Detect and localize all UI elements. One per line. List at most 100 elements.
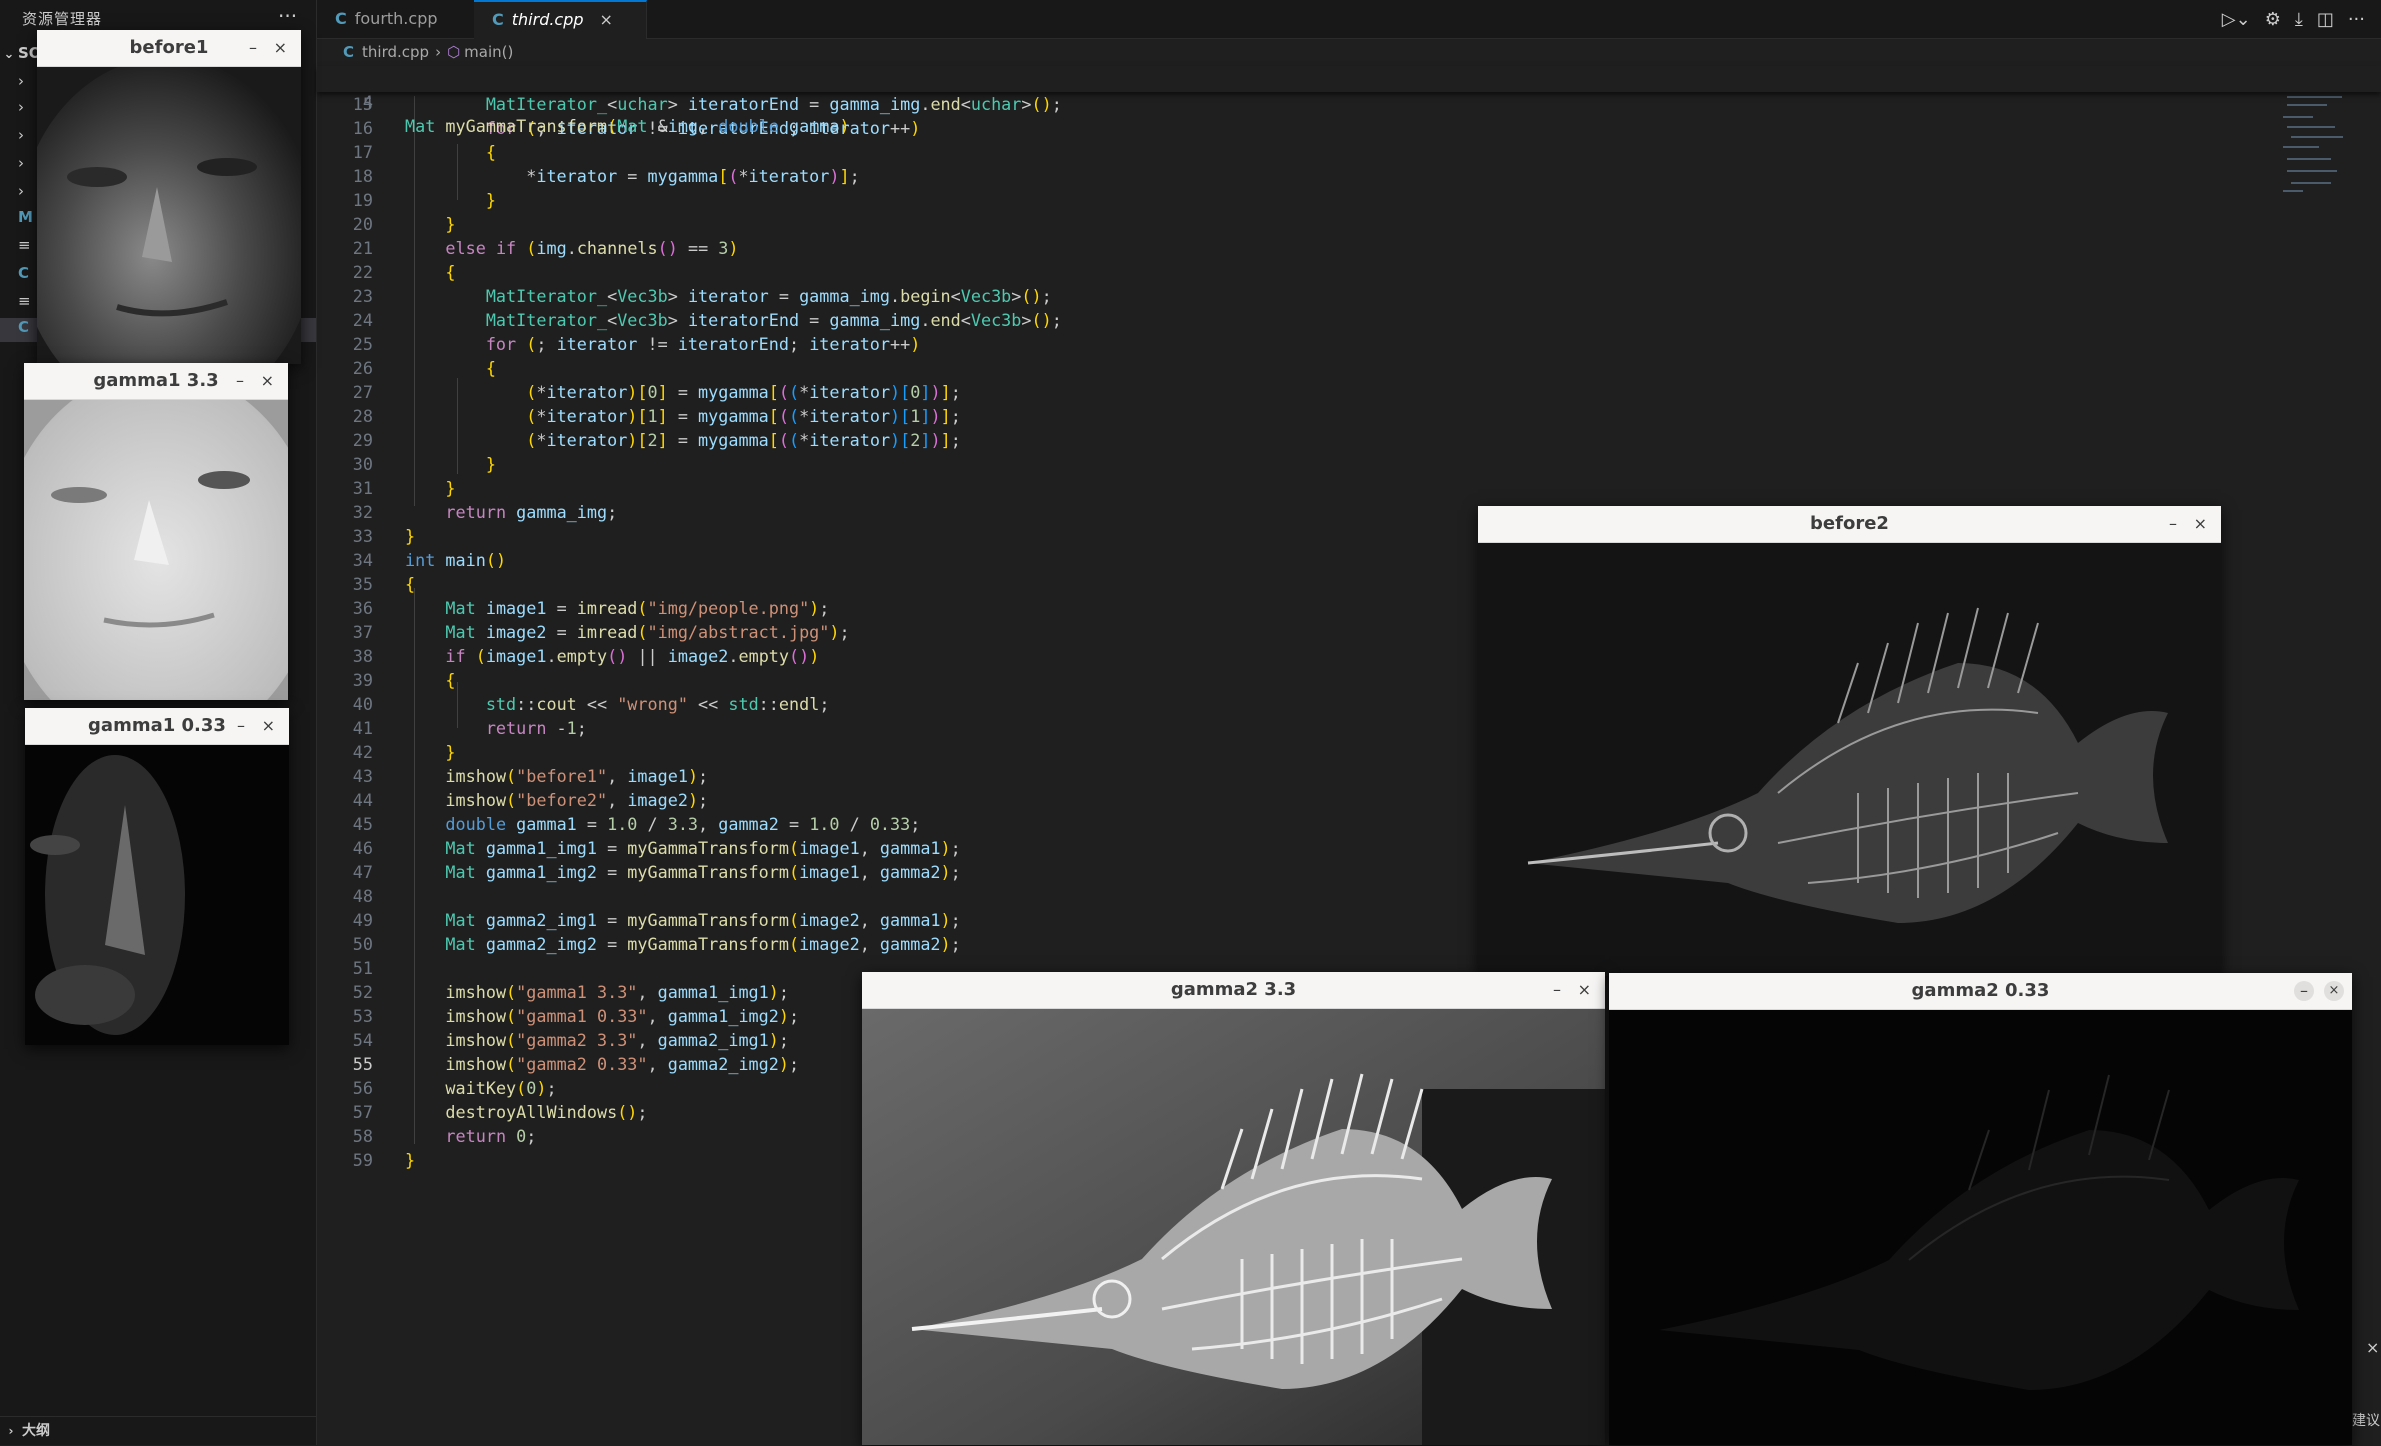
line-number: 47 [352,862,373,882]
text-file-icon[interactable]: ≡ [18,236,31,254]
close-icon[interactable]: × [2194,506,2207,542]
code-text: { [485,358,496,378]
code-text: imshow("before1", image1); [445,766,709,786]
tree-item-folder[interactable]: › [18,72,24,90]
split-editor-icon[interactable]: ◫ [2317,9,2334,30]
window-title[interactable]: before2 [1478,506,2221,543]
line-number: 33 [352,526,373,546]
line-number: 19 [352,190,373,210]
code-text: MatIterator_<Vec3b> iterator = gamma_img… [485,286,1052,306]
more-actions-icon[interactable]: ··· [2348,9,2365,30]
line-number: 25 [352,334,373,354]
gear-icon[interactable]: ⚙ [2265,9,2281,30]
window-title[interactable]: before1 [37,30,301,67]
tree-item-folder[interactable]: › [18,126,24,144]
save-icon[interactable]: ⤓ [2295,9,2303,30]
minimize-icon[interactable]: – [237,708,245,744]
minimize-icon[interactable]: – [1553,972,1561,1008]
markdown-file-icon[interactable]: M [18,208,33,226]
line-number: 53 [352,1006,373,1026]
close-icon[interactable]: × [2366,1338,2379,1357]
tab-third-cpp[interactable]: Cthird.cpp × [474,0,647,39]
close-icon[interactable]: × [262,708,275,744]
code-text: } [405,526,416,546]
breadcrumb: Cthird.cpp › ⬡ main() [343,43,513,61]
line-number: 30 [352,454,373,474]
workspace-folder[interactable]: ⌄ SO [0,44,42,62]
code-text: Mat image2 = imread("img/abstract.jpg"); [445,622,850,642]
tree-item-folder[interactable]: › [18,182,24,200]
run-icon[interactable]: ▷⌄ [2222,9,2251,30]
text-file-icon[interactable]: ≡ [18,292,31,310]
tab-label: third.cpp [511,10,584,29]
breadcrumb-file[interactable]: third.cpp [362,43,429,61]
tree-item-folder[interactable]: › [18,98,24,116]
code-text: { [445,262,456,282]
close-icon[interactable]: × [261,363,274,399]
tab-fourth-cpp[interactable]: Cfourth.cpp [317,0,488,38]
code-text: for (; iterator != iteratorEnd; iterator… [485,334,921,354]
cpp-file-icon: C [335,9,347,28]
code-text: MatIterator_<Vec3b> iteratorEnd = gamma_… [485,310,1062,330]
minimize-icon[interactable]: – [236,363,244,399]
window-title[interactable]: gamma1 0.33 [25,708,289,745]
code-text: destroyAllWindows(); [445,1102,648,1122]
editor-actions: ▷⌄ ⚙ ⤓ ◫ ··· [2222,0,2381,38]
more-actions-icon[interactable]: ··· [278,4,297,28]
face-image [37,67,301,364]
chevron-right-icon: › [8,1424,14,1438]
code-text: Mat gamma2_img1 = myGammaTransform(image… [445,910,961,930]
indent-guide [457,682,458,728]
window-gamma2-0-33[interactable]: gamma2 0.33 – × [1609,973,2352,1445]
minimize-icon[interactable]: – [2169,506,2177,542]
window-title[interactable]: gamma1 3.3 [24,363,288,400]
code-text: double gamma1 = 1.0 / 3.3, gamma2 = 1.0 … [445,814,921,834]
code-text: return 0; [445,1126,537,1146]
indent-guide [414,96,415,506]
line-number: 38 [352,646,373,666]
minimize-icon[interactable]: – [249,30,257,66]
line-number: 56 [352,1078,373,1098]
close-icon[interactable]: × [1578,972,1591,1008]
fish-xray-image-dark [1609,1010,2352,1445]
window-gamma1-0-33[interactable]: gamma1 0.33 – × [25,708,289,1045]
code-text: imshow("gamma2 0.33", gamma2_img2); [445,1054,800,1074]
tree-item-folder[interactable]: › [18,154,24,172]
editor-tab-bar: Cfourth.cpp Cthird.cpp × ▷⌄ ⚙ ⤓ ◫ ··· [317,0,2381,39]
face-image-dark [25,745,289,1045]
line-number: 58 [352,1126,373,1146]
close-icon[interactable]: × [600,10,613,29]
line-number: 50 [352,934,373,954]
window-gamma2-3-3[interactable]: gamma2 3.3 – × [862,972,1605,1445]
breadcrumb-symbol[interactable]: main() [464,43,513,61]
face-image-bright [24,400,288,700]
cpp-file-icon[interactable]: C [18,264,29,282]
line-number: 43 [352,766,373,786]
window-title[interactable]: gamma2 0.33 [1609,973,2352,1010]
code-text: (*iterator)[0] = mygamma[((*iterator)[0]… [526,382,961,402]
line-number: 4 [362,92,373,112]
line-number: 21 [352,238,373,258]
close-icon[interactable]: × [2324,981,2344,1001]
window-title[interactable]: gamma2 3.3 [862,972,1605,1009]
close-icon[interactable]: × [274,30,287,66]
line-number: 20 [352,214,373,234]
chevron-down-icon: ⌄ [3,47,15,62]
line-number: 45 [352,814,373,834]
outline-section[interactable]: › 大纲 [0,1416,316,1446]
line-number: 29 [352,430,373,450]
line-number: 28 [352,406,373,426]
minimize-icon[interactable]: – [2294,981,2314,1001]
code-text: } [445,478,456,498]
sticky-scroll-header[interactable]: 4 Mat myGammaTransform(Mat &img, double … [317,66,2381,136]
cpp-file-icon: C [343,43,355,61]
indent-guide [457,144,458,200]
cpp-file-icon: C [18,318,30,336]
line-number: 23 [352,286,373,306]
window-before2[interactable]: before2 – × [1478,506,2221,976]
window-gamma1-3-3[interactable]: gamma1 3.3 – × [24,363,288,700]
line-number: 35 [352,574,373,594]
fish-xray-image-bright [862,1009,1605,1445]
line-number: 40 [352,694,373,714]
window-before1[interactable]: before1 – × [37,30,301,364]
